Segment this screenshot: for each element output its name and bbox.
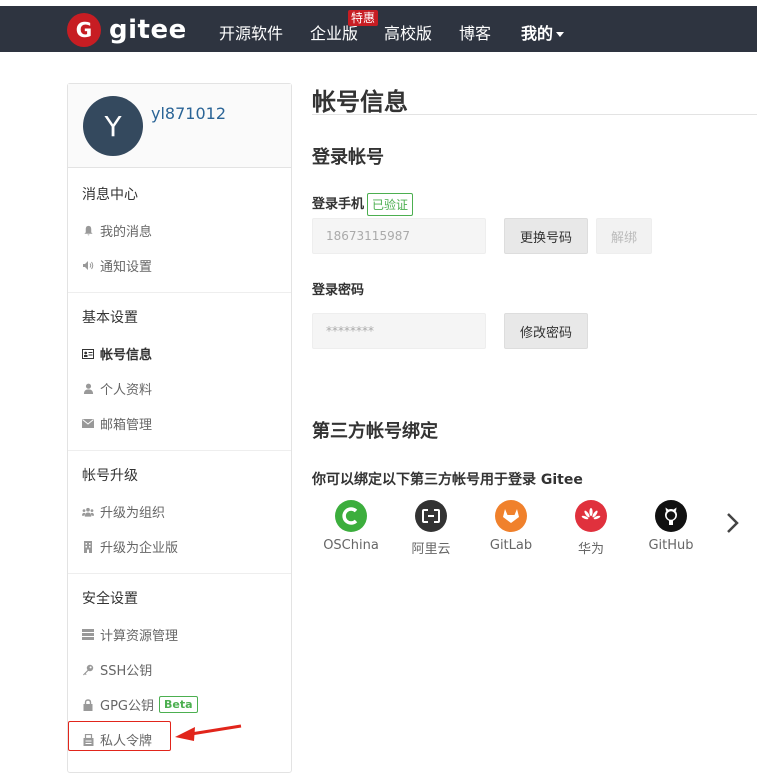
username-link[interactable]: yl871012 (151, 104, 226, 123)
sidebar-item-label: 帐号信息 (100, 348, 153, 363)
provider-name: 华为 (577, 542, 604, 557)
sidebar-item-label: 邮箱管理 (100, 418, 153, 433)
speaker-icon (82, 260, 94, 272)
user-icon (82, 383, 94, 395)
sidebar-item-account-info[interactable]: 帐号信息 (82, 344, 152, 363)
provider-gitlab[interactable]: GitLab (475, 500, 547, 553)
oschina-icon (335, 500, 367, 532)
promo-badge: 特惠 (348, 10, 379, 26)
sidebar-divider (68, 573, 291, 574)
password-field[interactable]: ******** (312, 313, 486, 349)
sidebar-item-label: 升级为企业版 (100, 541, 179, 556)
page-title: 帐号信息 (312, 88, 408, 116)
verified-badge: 已验证 (367, 193, 414, 216)
sidebar-item-compute-resources[interactable]: 计算资源管理 (82, 625, 178, 644)
provider-aliyun[interactable]: 阿里云 (395, 500, 467, 557)
nav-education[interactable]: 高校版 (384, 20, 432, 44)
sidebar-item-label: SSH公钥 (100, 664, 153, 679)
provider-name: GitLab (489, 538, 533, 553)
sidebar-item-label: 计算资源管理 (100, 629, 179, 644)
annotation-arrow-icon (175, 724, 242, 741)
group-title-messages: 消息中心 (82, 187, 138, 203)
nav-open-source[interactable]: 开源软件 (219, 20, 283, 44)
chevron-right-icon[interactable] (722, 510, 744, 536)
gitee-logo[interactable]: G gitee (67, 13, 187, 47)
nav-mine[interactable]: 我的 (521, 20, 565, 44)
id-card-icon (82, 348, 94, 360)
provider-name: 阿里云 (411, 542, 451, 557)
phone-label: 登录手机 (312, 197, 365, 212)
gitee-logo-text: gitee (109, 15, 187, 45)
provider-name: GitHub (648, 538, 694, 553)
building-icon (82, 540, 94, 553)
sidebar-item-label: 通知设置 (100, 260, 153, 275)
github-icon (655, 500, 687, 532)
bind-hint: 你可以绑定以下第三方帐号用于登录 Gitee (312, 472, 583, 488)
phone-label-row: 登录手机 已验证 (312, 193, 414, 216)
change-password-button[interactable]: 修改密码 (504, 313, 588, 349)
bell-icon (82, 225, 94, 237)
sidebar-item-ssh-keys[interactable]: SSH公钥 (82, 660, 152, 679)
beta-badge: Beta (159, 696, 198, 713)
user-card: Y yl871012 (68, 84, 291, 168)
sidebar-item-gpg-keys[interactable]: GPG公钥 Beta (82, 695, 198, 714)
nav-blog[interactable]: 博客 (459, 20, 491, 44)
change-number-button[interactable]: 更换号码 (504, 218, 588, 254)
group-icon (82, 506, 94, 518)
provider-github[interactable]: GitHub (635, 500, 707, 553)
sidebar-item-label: GPG公钥 (100, 699, 154, 714)
gitlab-icon (495, 500, 527, 532)
sidebar-divider (68, 450, 291, 451)
group-title-security: 安全设置 (82, 591, 138, 607)
group-title-upgrade: 帐号升级 (82, 468, 138, 484)
aliyun-icon (415, 500, 447, 532)
phone-field[interactable]: 18673115987 (312, 218, 486, 254)
sidebar-item-notification-settings[interactable]: 通知设置 (82, 256, 152, 275)
gitee-logo-icon: G (67, 13, 101, 47)
huawei-icon (575, 500, 607, 532)
sidebar-item-my-messages[interactable]: 我的消息 (82, 221, 152, 240)
sidebar-item-label: 个人资料 (100, 383, 153, 398)
nav-mine-label: 我的 (521, 24, 554, 43)
highlight-box (68, 721, 171, 751)
sidebar-divider (68, 292, 291, 293)
sidebar-item-upgrade-org[interactable]: 升级为组织 (82, 502, 165, 521)
settings-sidebar: Y yl871012 消息中心 我的消息 通知设置 基本设置 帐号信息 个人资料… (67, 83, 292, 773)
chevron-down-icon (556, 32, 565, 37)
title-divider (312, 114, 757, 115)
unbind-button[interactable]: 解绑 (596, 218, 652, 254)
section-title-login: 登录帐号 (312, 147, 384, 168)
provider-name: OSChina (323, 538, 379, 553)
envelope-icon (82, 418, 94, 430)
server-icon (82, 629, 94, 641)
lock-icon (82, 698, 94, 711)
provider-oschina[interactable]: OSChina (315, 500, 387, 553)
sidebar-item-label: 升级为组织 (100, 506, 166, 521)
group-title-basic-settings: 基本设置 (82, 310, 138, 326)
top-navbar: G gitee 开源软件 企业版 特惠 高校版 博客 我的 (0, 6, 757, 52)
sidebar-item-email[interactable]: 邮箱管理 (82, 414, 152, 433)
sidebar-item-label: 我的消息 (100, 225, 153, 240)
sidebar-item-upgrade-enterprise[interactable]: 升级为企业版 (82, 537, 178, 556)
provider-huawei[interactable]: 华为 (555, 500, 627, 557)
key-icon (82, 664, 94, 676)
password-label: 登录密码 (312, 283, 365, 298)
sidebar-item-profile[interactable]: 个人资料 (82, 379, 152, 398)
section-title-third-party: 第三方帐号绑定 (312, 421, 438, 442)
avatar[interactable]: Y (83, 96, 143, 156)
